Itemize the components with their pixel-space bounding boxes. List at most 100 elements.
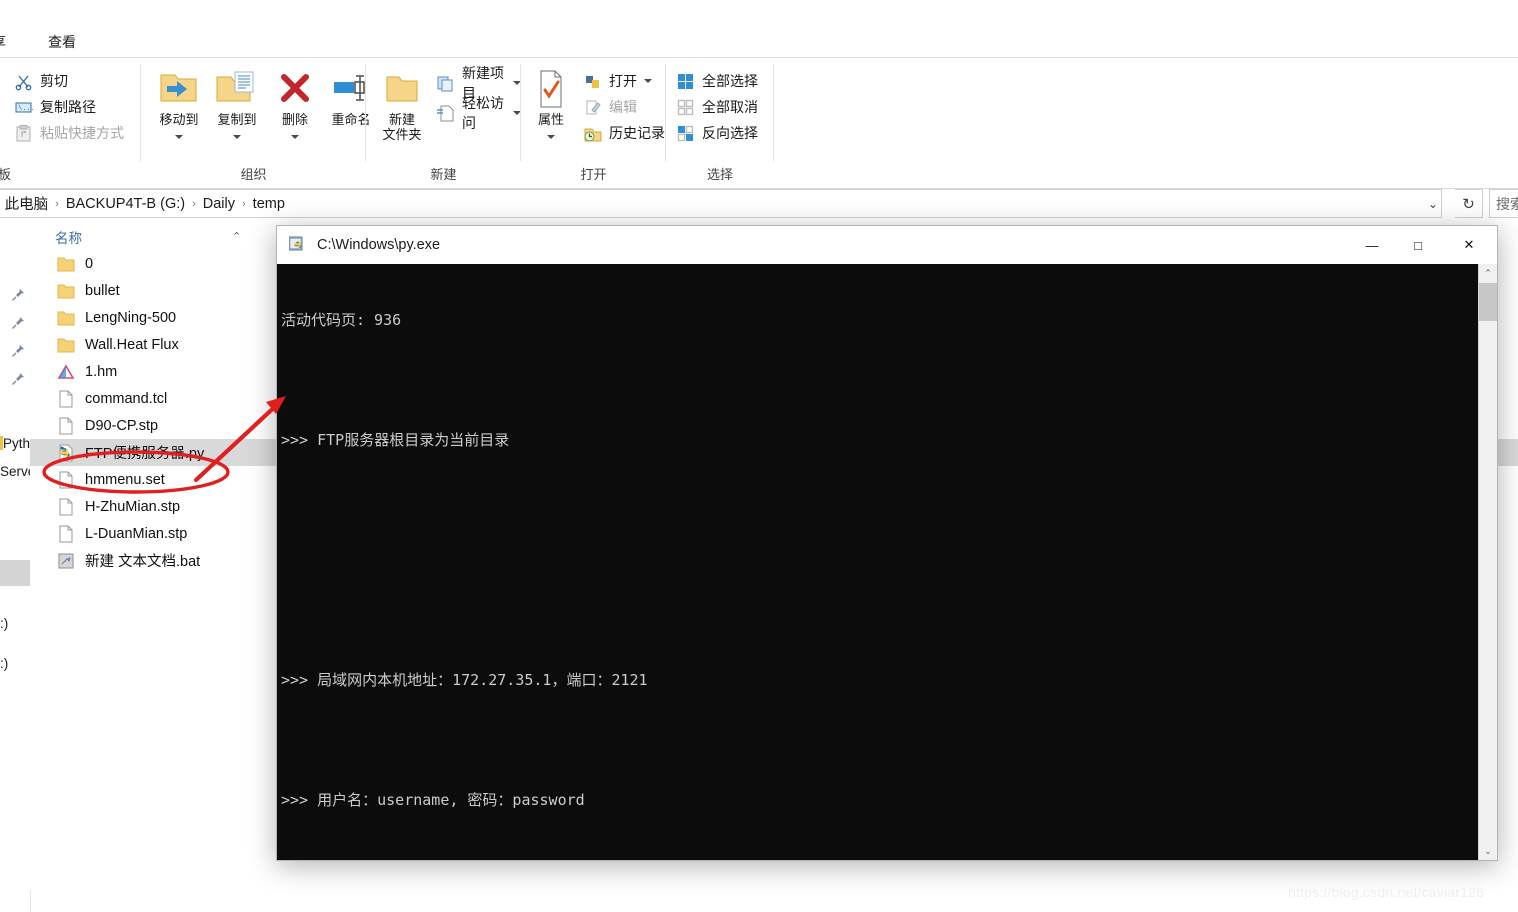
copy-to-icon: [209, 66, 265, 112]
nav-item-python[interactable]: Pyth: [0, 430, 30, 456]
breadcrumb-chevron-icon: ›: [242, 197, 246, 210]
pin-icon: [11, 288, 25, 302]
nav-item-drive-1-label: :): [0, 615, 9, 631]
ribbon-button-history-label: 历史记录: [609, 125, 665, 141]
ribbon-button-open[interactable]: 打开: [583, 68, 652, 94]
scrollbar-thumb[interactable]: [1479, 283, 1497, 321]
console-window: C:\Windows\py.exe — □ ✕ 活动代码页: 936 >>> F…: [276, 225, 1498, 861]
scroll-up-button[interactable]: ⌃: [1479, 264, 1497, 282]
maximize-button[interactable]: □: [1395, 226, 1441, 264]
refresh-button[interactable]: ↻: [1455, 189, 1483, 218]
new-folder-icon: [374, 66, 430, 112]
new-item-icon: [436, 74, 455, 93]
pin-icon: [11, 316, 25, 330]
generic-file-icon: [56, 497, 76, 517]
folder-icon: [56, 281, 76, 301]
chevron-down-icon[interactable]: [233, 134, 241, 139]
console-line: >>> 用户名：username, 密码：password: [281, 791, 585, 809]
ribbon-button-delete-label: 删除: [281, 112, 308, 127]
file-name: FTP便携服务器.py: [85, 446, 205, 462]
pin-icon: [11, 372, 25, 386]
ribbon-button-copy-path[interactable]: \... 复制路径: [14, 94, 96, 120]
pin-icon: [11, 344, 25, 358]
ribbon-button-move-to[interactable]: 移动到: [151, 66, 207, 143]
ribbon-button-invert-selection[interactable]: 反向选择: [676, 120, 758, 146]
ribbon-group-open: 属性 打开 编辑 历史记录 打开: [521, 58, 666, 187]
breadcrumb[interactable]: › 此电脑 › BACKUP4T-B (G:) › Daily › temp: [0, 189, 1442, 218]
edit-icon: [583, 98, 602, 117]
ribbon-button-select-none[interactable]: 全部取消: [676, 94, 758, 120]
ribbon-button-edit[interactable]: 编辑: [583, 94, 637, 120]
window-controls: — □ ✕: [1349, 226, 1497, 264]
file-name: LengNing-500: [85, 309, 177, 326]
file-name: bullet: [85, 282, 120, 299]
easy-access-icon: [436, 104, 455, 123]
delete-icon: [267, 66, 323, 112]
nav-item-pinned-1[interactable]: [0, 282, 30, 308]
ribbon-button-properties[interactable]: 属性: [527, 66, 575, 143]
generic-file-icon: [56, 524, 76, 544]
ribbon-button-cut[interactable]: 剪切: [14, 68, 68, 94]
breadcrumb-item-2[interactable]: Daily: [199, 196, 239, 212]
address-dropdown-icon[interactable]: ⌄: [1428, 197, 1438, 211]
chevron-down-icon[interactable]: [644, 79, 652, 83]
nav-item-server-label: Serve: [0, 463, 30, 479]
breadcrumb-item-1[interactable]: BACKUP4T-B (G:): [62, 196, 189, 212]
open-icon: [583, 72, 602, 91]
breadcrumb-item-3[interactable]: temp: [249, 196, 289, 212]
nav-item-pinned-2[interactable]: [0, 310, 30, 336]
ribbon-button-new-folder[interactable]: 新建 文件夹: [374, 66, 430, 142]
breadcrumb-item-0[interactable]: 此电脑: [1, 193, 53, 214]
ribbon-button-history[interactable]: 历史记录: [583, 120, 665, 146]
paste-shortcut-icon: [14, 124, 33, 143]
watermark: https://blog.csdn.net/caviar126: [1288, 884, 1485, 900]
ribbon-button-select-all[interactable]: 全部选择: [676, 68, 758, 94]
nav-item-drive-2-label: :): [0, 655, 9, 671]
ribbon-button-select-all-label: 全部选择: [702, 73, 758, 89]
console-titlebar[interactable]: C:\Windows\py.exe — □ ✕: [277, 226, 1497, 264]
nav-item-pinned-4[interactable]: [0, 366, 30, 392]
search-input[interactable]: 搜索: [1489, 189, 1518, 218]
invert-selection-icon: [676, 124, 695, 143]
nav-item-server[interactable]: Serve: [0, 458, 30, 484]
nav-item-drive-1[interactable]: :): [0, 610, 30, 636]
nav-item-drive-2[interactable]: :): [0, 650, 30, 676]
nav-item-pinned-3[interactable]: [0, 338, 30, 364]
console-output[interactable]: 活动代码页: 936 >>> FTP服务器根目录为当前目录 >>> 局域网内本机…: [277, 264, 1479, 860]
chevron-down-icon[interactable]: [175, 134, 183, 139]
minimize-button[interactable]: —: [1349, 226, 1395, 264]
ribbon-button-invert-selection-label: 反向选择: [702, 125, 758, 141]
ribbon-button-easy-access[interactable]: 轻松访问: [436, 95, 521, 131]
scroll-down-button[interactable]: ⌄: [1479, 842, 1497, 860]
nav-item-drive-selected[interactable]: [0, 560, 30, 586]
column-header-name[interactable]: 名称: [55, 227, 82, 247]
ribbon-button-copy-to[interactable]: 复制到: [209, 66, 265, 143]
tab-view[interactable]: 查看: [48, 28, 76, 56]
generic-file-icon: [56, 416, 76, 436]
ribbon-group-organize: 移动到 复制到 删除 重命名 组织: [141, 58, 371, 187]
sort-ascending-icon: ⌃: [232, 231, 242, 243]
ribbon-button-move-to-label: 移动到: [159, 112, 199, 127]
chevron-down-icon[interactable]: [547, 134, 555, 139]
ribbon-button-edit-label: 编辑: [609, 99, 637, 115]
close-button[interactable]: ✕: [1441, 226, 1497, 264]
bat-file-icon: [56, 551, 76, 571]
chevron-down-icon[interactable]: [291, 134, 299, 139]
nav-item-python-label: Pyth: [2, 435, 30, 451]
ribbon-button-paste-shortcut[interactable]: 粘贴快捷方式: [14, 120, 124, 146]
ribbon-tabstrip: 享 查看: [0, 28, 1518, 56]
tab-share[interactable]: 享: [0, 28, 6, 56]
ribbon-button-delete[interactable]: 删除: [267, 66, 323, 143]
file-name: 0: [85, 255, 94, 272]
console-scrollbar[interactable]: ⌃ ⌄: [1478, 264, 1497, 860]
python-exe-icon: [288, 236, 307, 254]
file-name: hmmenu.set: [85, 471, 165, 488]
ribbon: 剪切 \... 复制路径 粘贴快捷方式 板: [0, 57, 1518, 189]
ribbon-group-select: 全部选择 全部取消 反向选择 选择: [666, 58, 774, 187]
